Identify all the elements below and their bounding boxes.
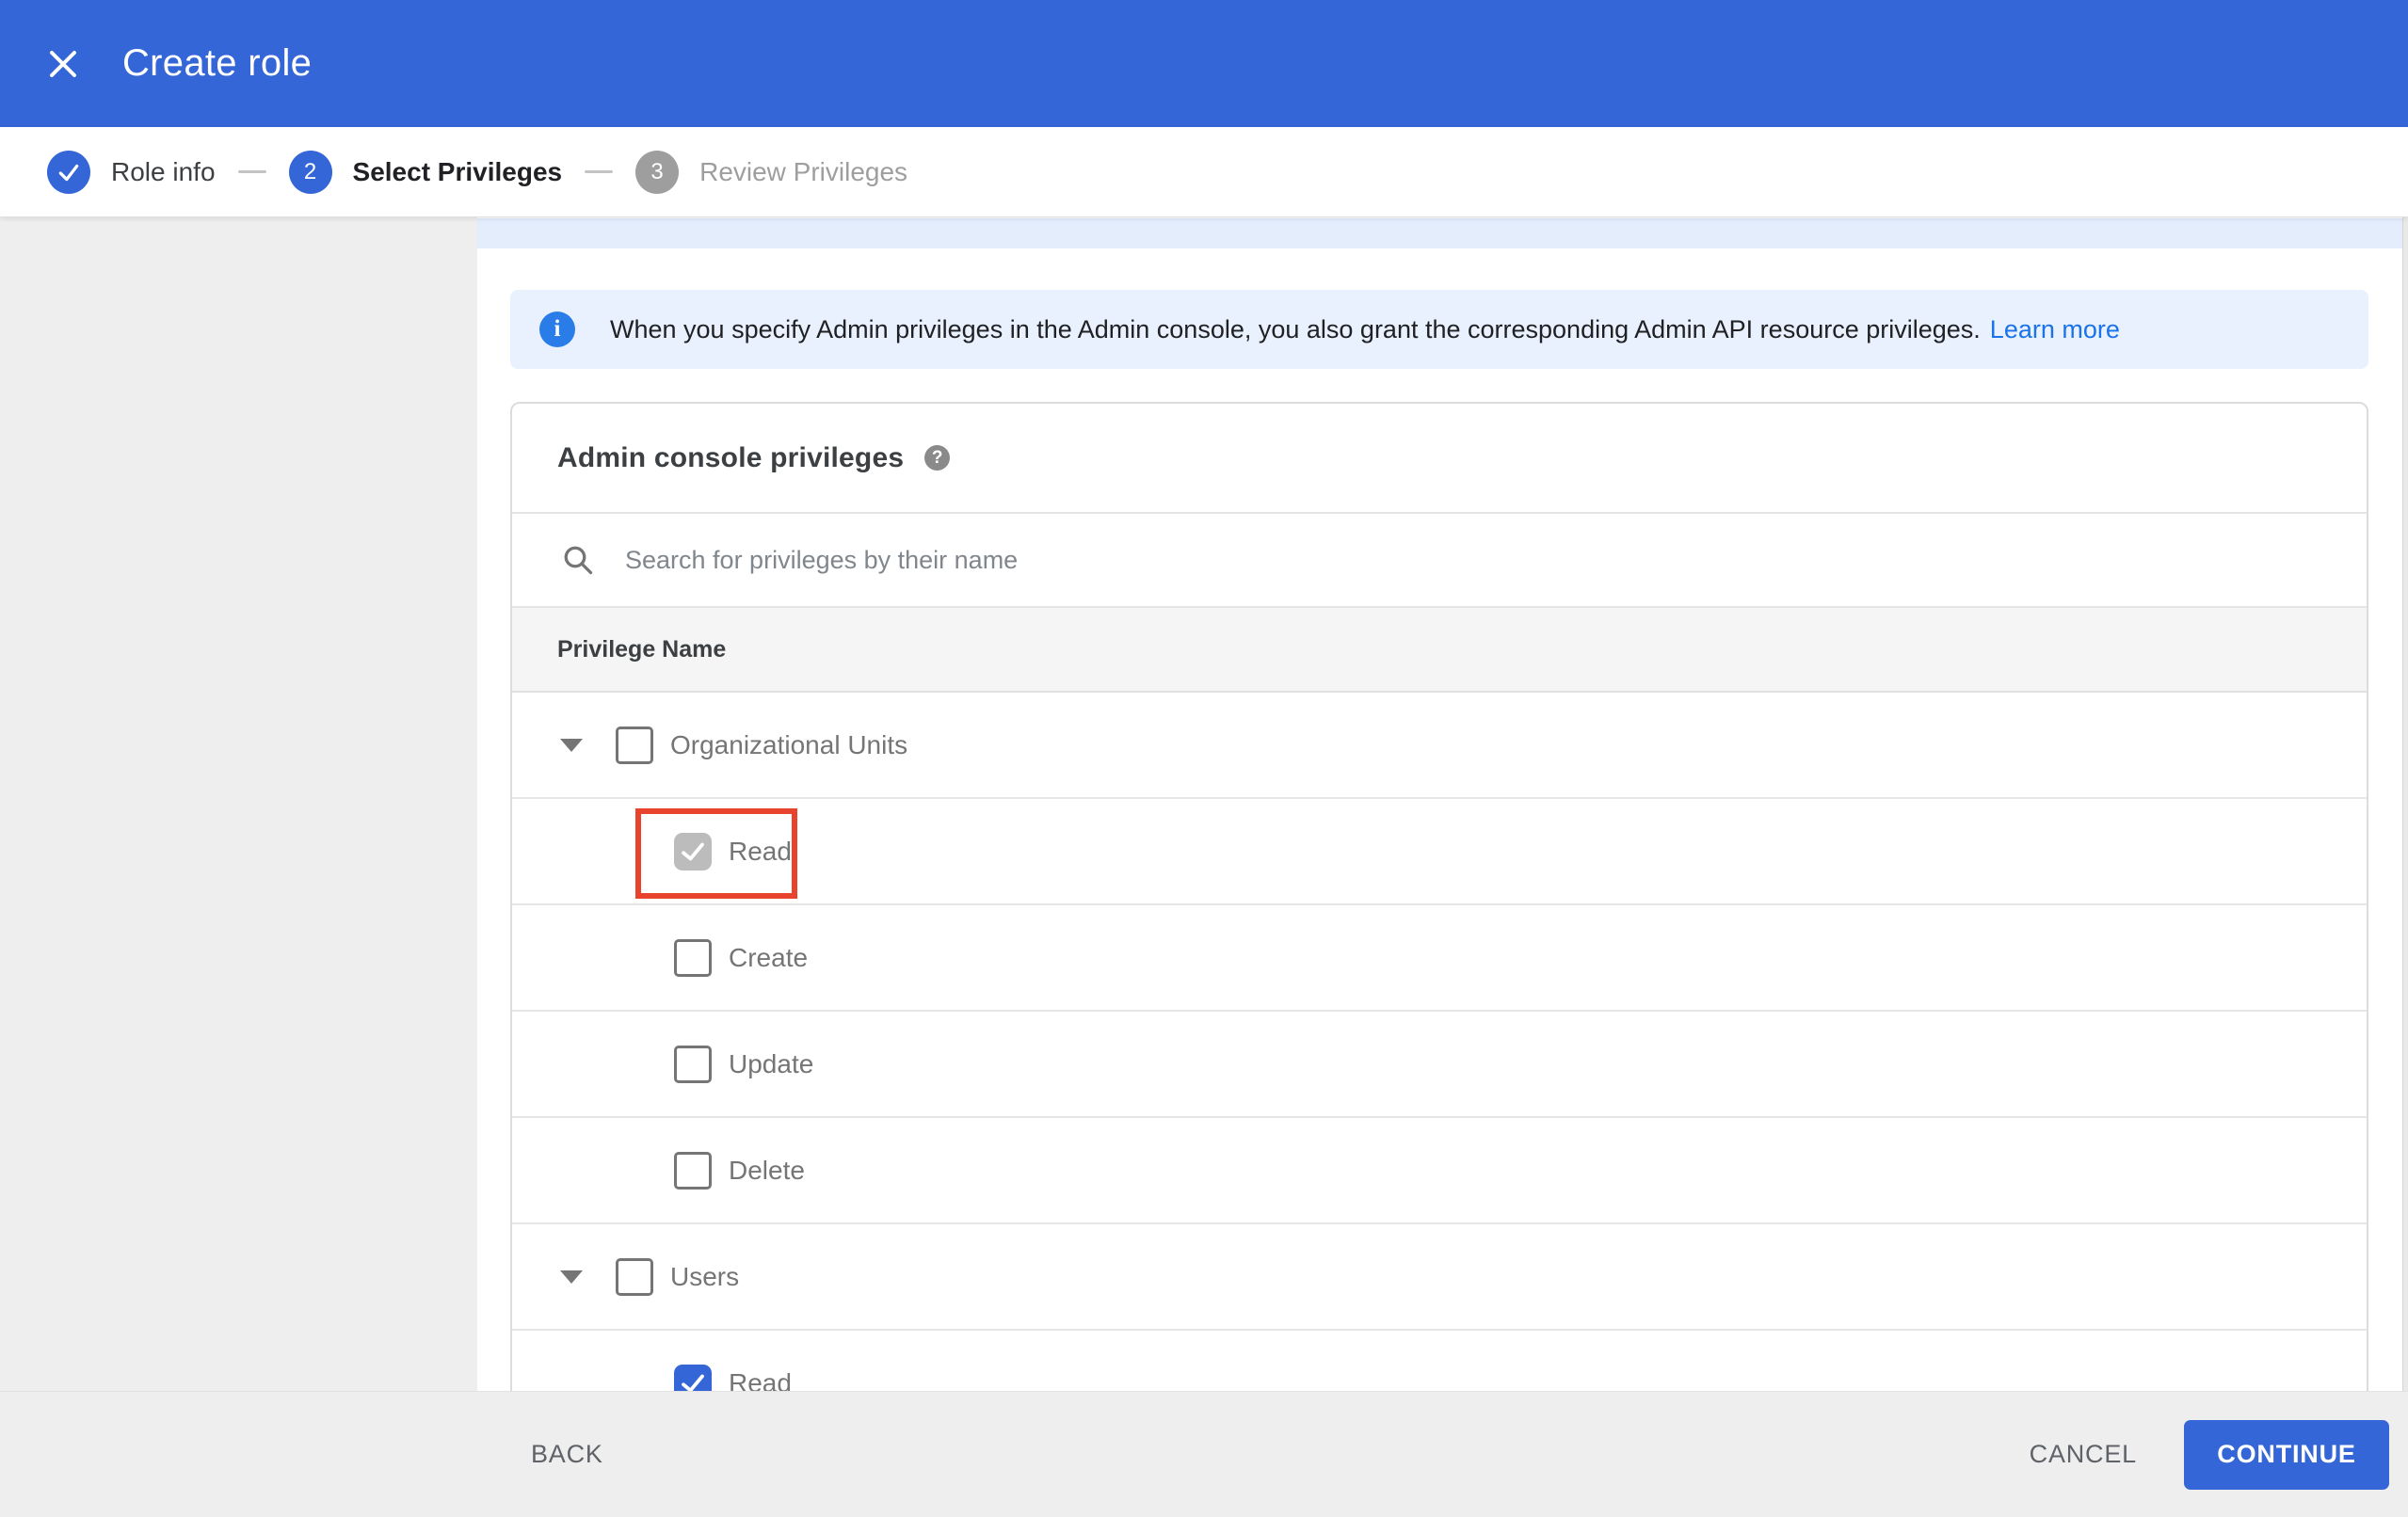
privilege-label: Delete: [729, 1155, 805, 1185]
cancel-button[interactable]: CANCEL: [2030, 1440, 2137, 1469]
card-title-row: Admin console privileges ?: [512, 404, 2367, 514]
info-icon: i: [539, 311, 575, 347]
check-icon: [682, 842, 704, 860]
step-review-privileges[interactable]: 3 Review Privileges: [635, 150, 908, 194]
step-role-info[interactable]: Role info: [47, 150, 216, 194]
footer-bar: BACK CANCEL CONTINUE: [0, 1391, 2408, 1517]
info-banner: i When you specify Admin privileges in t…: [510, 290, 2368, 369]
table-header-row: Privilege Name: [512, 608, 2367, 693]
privilege-row-create[interactable]: Create: [512, 905, 2367, 1012]
back-button[interactable]: BACK: [531, 1440, 603, 1469]
privilege-row-organizational-units[interactable]: Organizational Units: [512, 693, 2367, 799]
step1-label: Role info: [111, 156, 216, 186]
scrollbar-track[interactable]: [2402, 217, 2408, 1391]
privilege-row-users[interactable]: Users: [512, 1224, 2367, 1331]
card-title: Admin console privileges: [557, 441, 905, 473]
checkbox-organizational-units[interactable]: [616, 726, 653, 764]
scrolled-card-edge: [477, 218, 2402, 248]
privilege-label: Update: [729, 1048, 814, 1078]
close-icon: [50, 50, 76, 77]
step1-circle: [47, 150, 90, 194]
stepper: Role info 2 Select Privileges 3 Review P…: [0, 127, 2408, 217]
checkbox-users-read-checked[interactable]: [674, 1364, 712, 1391]
check-icon: [682, 1374, 704, 1391]
collapse-arrow-icon[interactable]: [560, 738, 583, 752]
banner-text: When you specify Admin privileges in the…: [610, 314, 1981, 343]
step3-label: Review Privileges: [699, 156, 908, 186]
step3-circle: 3: [635, 150, 680, 194]
checkbox-read-checked[interactable]: [674, 832, 712, 870]
admin-privileges-card: Admin console privileges ? Privilege Nam…: [510, 402, 2368, 1391]
close-button[interactable]: [30, 31, 96, 97]
privilege-row-users-read[interactable]: Read: [512, 1331, 2367, 1391]
step-separator: [237, 170, 266, 173]
privilege-label: Users: [670, 1261, 740, 1291]
app-bar: Create role: [0, 0, 2408, 127]
search-row: [512, 514, 2367, 608]
checkbox-users[interactable]: [616, 1257, 653, 1296]
footer-actions: CANCEL CONTINUE: [2030, 1419, 2389, 1490]
page-title: Create role: [122, 42, 313, 84]
help-icon[interactable]: ?: [924, 445, 951, 471]
step2-circle: 2: [288, 150, 332, 194]
privilege-row-delete[interactable]: Delete: [512, 1118, 2367, 1224]
privilege-label: Organizational Units: [670, 729, 908, 759]
step2-label: Select Privileges: [352, 156, 563, 186]
checkbox-delete[interactable]: [674, 1151, 712, 1190]
privilege-label: Read: [729, 1367, 792, 1392]
continue-button[interactable]: CONTINUE: [2184, 1419, 2389, 1490]
column-header-privilege-name: Privilege Name: [557, 635, 727, 663]
content-region: i When you specify Admin privileges in t…: [0, 217, 2408, 1391]
step-separator: [585, 170, 614, 173]
checkbox-create[interactable]: [674, 938, 712, 977]
learn-more-link[interactable]: Learn more: [1990, 315, 2120, 344]
search-icon: [561, 543, 595, 577]
privilege-row-read[interactable]: Read: [512, 799, 2367, 905]
step-select-privileges[interactable]: 2 Select Privileges: [288, 150, 563, 194]
privilege-label: Create: [729, 942, 809, 972]
search-input[interactable]: [625, 545, 2037, 575]
checkbox-update[interactable]: [674, 1045, 712, 1083]
check-icon: [58, 164, 79, 181]
privilege-row-update[interactable]: Update: [512, 1012, 2367, 1118]
privilege-label: Read: [729, 836, 792, 866]
collapse-arrow-icon[interactable]: [560, 1269, 583, 1284]
